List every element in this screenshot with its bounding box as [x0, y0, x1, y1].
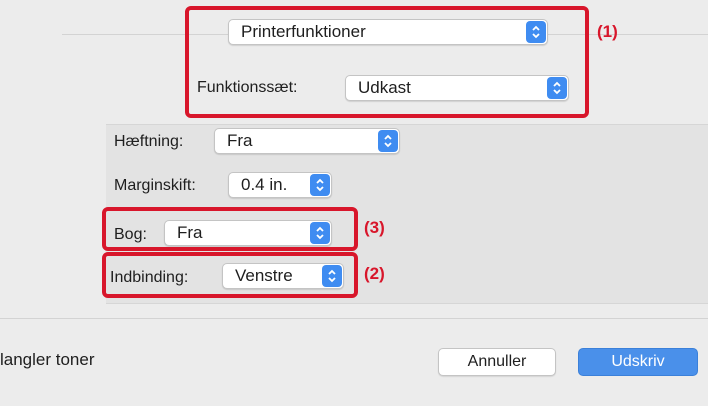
margin-shift-popup[interactable]: 0.4 in. [228, 172, 332, 198]
highlight-box-3 [102, 207, 358, 251]
print-dialog: Printerfunktioner Funktionssæt: Udkast (… [0, 0, 708, 406]
stapling-popup[interactable]: Fra [214, 128, 400, 154]
highlight-box-2 [102, 252, 358, 298]
chevron-updown-icon [310, 174, 330, 196]
chevron-updown-icon [378, 130, 398, 152]
footer-separator [0, 318, 708, 319]
status-text: langler toner [0, 350, 95, 369]
stapling-label: Hæftning: [114, 133, 184, 150]
callout-2: (2) [364, 264, 385, 283]
cancel-button[interactable]: Annuller [438, 348, 556, 376]
margin-shift-label: Marginskift: [114, 177, 196, 194]
callout-3: (3) [364, 218, 385, 237]
highlight-box-1 [185, 6, 589, 118]
callout-1: (1) [597, 22, 618, 41]
stapling-value: Fra [227, 131, 253, 150]
print-button[interactable]: Udskriv [578, 348, 698, 376]
margin-shift-value: 0.4 in. [241, 175, 288, 194]
